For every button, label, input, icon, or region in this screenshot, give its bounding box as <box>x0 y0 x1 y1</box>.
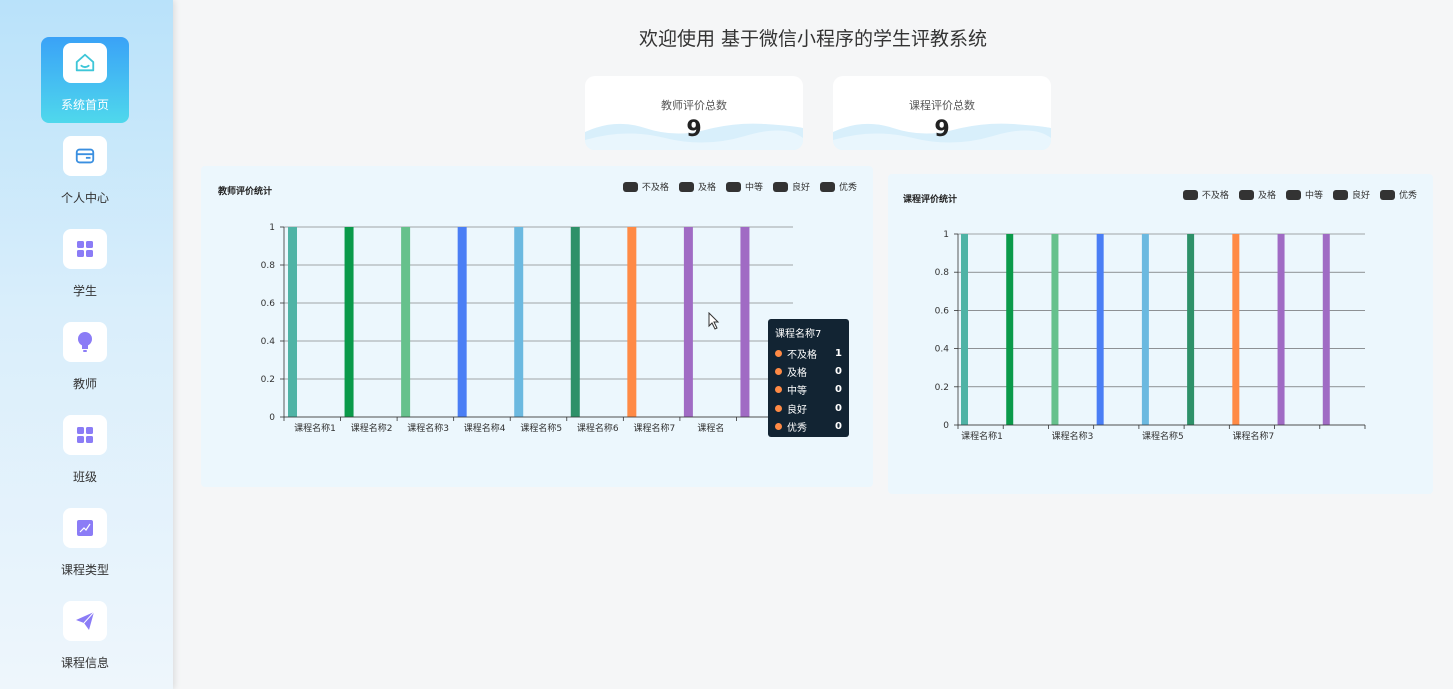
stat-card-teacher-eval: 教师评价总数 9 <box>585 76 803 150</box>
bar-6[interactable] <box>1187 234 1195 425</box>
x-tick-label: 课程名称7 <box>1232 430 1274 442</box>
y-tick-label: 0.8 <box>261 261 276 271</box>
y-tick-label: 1 <box>269 223 275 233</box>
bar-8[interactable] <box>683 227 693 417</box>
tooltip-row-value: 0 <box>835 384 842 396</box>
chart-tooltip: 课程名称7 不及格 1 及格 0 中等 0 良好 0 优秀 0 <box>768 319 849 437</box>
sidebar-item-course-info[interactable]: 课程信息 <box>41 595 129 681</box>
tooltip-row-value: 0 <box>835 421 842 433</box>
series-dot <box>775 423 782 431</box>
bar-8[interactable] <box>1277 234 1285 425</box>
bar-4[interactable] <box>1096 234 1104 425</box>
bar-3[interactable] <box>1051 234 1059 425</box>
series-dot <box>775 386 782 394</box>
tooltip-title: 课程名称7 <box>775 329 822 340</box>
x-tick-label: 课程名称3 <box>407 422 449 434</box>
tooltip-row: 良好 0 <box>775 399 842 417</box>
mouse-cursor-icon <box>708 312 720 330</box>
x-tick-label: 课程名称5 <box>1142 430 1184 442</box>
sidebar-item-label: 个人中心 <box>60 191 109 205</box>
sidebar-item-profile[interactable]: 个人中心 <box>41 130 129 216</box>
bar-3[interactable] <box>401 227 411 417</box>
sidebar-item-label: 课程类型 <box>60 563 109 577</box>
bar-7[interactable] <box>1232 234 1240 425</box>
bar-2[interactable] <box>1006 234 1014 425</box>
x-tick-label: 课程名称4 <box>464 422 506 434</box>
bar-1[interactable] <box>288 227 297 417</box>
tooltip-row-label: 不及格 <box>787 349 817 361</box>
x-tick-label: 课程名称1 <box>961 430 1003 442</box>
bar-1[interactable] <box>961 234 968 425</box>
bar-4[interactable] <box>457 227 467 417</box>
grid-icon <box>63 415 107 455</box>
paper-plane-icon <box>63 601 107 641</box>
tooltip-row: 不及格 1 <box>775 344 842 362</box>
chart-icon <box>63 508 107 548</box>
home-icon <box>63 43 107 83</box>
stat-label: 课程评价总数 <box>909 99 975 112</box>
bar-7[interactable] <box>627 227 637 417</box>
tooltip-row-label: 中等 <box>787 386 807 398</box>
sidebar-item-home[interactable]: 系统首页 <box>41 37 129 123</box>
sidebar-item-label: 班级 <box>72 470 97 484</box>
y-tick-label: 0.2 <box>261 375 275 385</box>
sidebar-item-label: 教师 <box>72 377 97 391</box>
tooltip-row: 及格 0 <box>775 362 842 380</box>
series-dot <box>775 349 782 357</box>
lightbulb-icon <box>63 322 107 362</box>
y-tick-label: 0.4 <box>261 337 276 347</box>
tooltip-row-label: 优秀 <box>787 423 807 435</box>
x-tick-label: 课程名称2 <box>351 422 393 434</box>
tooltip-row-value: 0 <box>835 402 842 414</box>
grid-icon <box>63 229 107 269</box>
bar-2[interactable] <box>344 227 354 417</box>
tooltip-row-label: 及格 <box>787 368 807 380</box>
bar-5[interactable] <box>514 227 524 417</box>
page-title: 欢迎使用 基于微信小程序的学生评教系统 <box>638 28 988 50</box>
stat-label: 教师评价总数 <box>661 99 727 112</box>
tooltip-row: 优秀 0 <box>775 418 842 436</box>
sidebar: 系统首页 个人中心 学生 教师 班级 课程类型 课程信息 <box>0 0 173 689</box>
y-tick-label: 0.4 <box>935 345 950 355</box>
y-tick-label: 0.2 <box>935 383 949 393</box>
stat-value: 9 <box>934 117 950 142</box>
tooltip-row-label: 良好 <box>787 404 807 416</box>
bar-9[interactable] <box>1322 234 1330 425</box>
y-tick-label: 0 <box>943 421 949 431</box>
y-tick-label: 0 <box>269 413 275 423</box>
sidebar-item-label: 学生 <box>72 284 97 298</box>
x-tick-label: 课程名称7 <box>633 422 675 434</box>
tooltip-row-value: 0 <box>835 366 842 378</box>
x-tick-label: 课程名 <box>697 422 724 434</box>
course-eval-bar-chart[interactable]: 0 0.2 0.4 0.6 0.8 1 课程名称1 课程名称3 课程名称5 课程名称7 <box>888 174 1433 494</box>
sidebar-item-teacher[interactable]: 教师 <box>41 316 129 402</box>
stat-value: 9 <box>686 117 702 142</box>
series-dot <box>775 368 782 376</box>
sidebar-item-course-type[interactable]: 课程类型 <box>41 502 129 588</box>
y-tick-label: 0.6 <box>261 299 276 309</box>
x-tick-label: 课程名称1 <box>294 422 336 434</box>
sidebar-item-label: 系统首页 <box>60 98 109 112</box>
bar-5[interactable] <box>1141 234 1149 425</box>
tooltip-row: 中等 0 <box>775 381 842 399</box>
y-tick-label: 0.8 <box>935 268 950 278</box>
sidebar-item-student[interactable]: 学生 <box>41 223 129 309</box>
stat-card-course-eval: 课程评价总数 9 <box>833 76 1051 150</box>
series-dot <box>775 404 782 412</box>
bar-6[interactable] <box>570 227 580 417</box>
y-tick-label: 0.6 <box>935 306 950 316</box>
bar-9[interactable] <box>740 227 750 417</box>
sidebar-item-label: 课程信息 <box>60 656 109 670</box>
x-tick-label: 课程名称3 <box>1052 430 1094 442</box>
tooltip-row-value: 1 <box>835 347 842 359</box>
x-tick-label: 课程名称5 <box>520 422 562 434</box>
x-tick-label: 课程名称6 <box>577 422 619 434</box>
sidebar-item-class[interactable]: 班级 <box>41 409 129 495</box>
wallet-card-icon <box>63 136 107 176</box>
y-tick-label: 1 <box>943 230 949 240</box>
